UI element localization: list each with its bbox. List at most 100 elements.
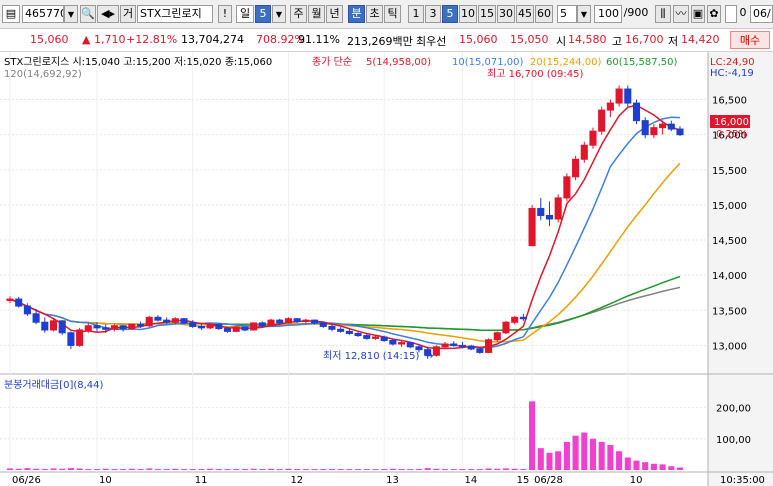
save-icon[interactable]: ▣ xyxy=(691,5,705,23)
price-change: 1,710 xyxy=(94,33,126,46)
candle-body xyxy=(563,176,571,199)
period-second[interactable]: 초 xyxy=(366,5,383,23)
buy-button[interactable]: 매수 xyxy=(730,31,770,49)
candle-body xyxy=(67,332,75,346)
candle-body xyxy=(302,319,310,323)
prev-next-icon[interactable]: ◀▸ xyxy=(97,5,119,23)
period-number[interactable]: 5 xyxy=(255,5,271,23)
volume-bar xyxy=(6,468,14,470)
candle-body xyxy=(667,123,675,130)
hc-label: HC:-4,19 xyxy=(710,68,754,79)
candle-body xyxy=(371,336,379,339)
volume-bar xyxy=(485,468,492,470)
candle-body xyxy=(232,326,240,332)
minute-3[interactable]: 3 xyxy=(425,5,441,23)
candle-body xyxy=(171,318,179,323)
minute-15[interactable]: 15 xyxy=(478,5,496,23)
candle-body xyxy=(76,329,84,346)
period-week[interactable]: 주 xyxy=(290,5,307,23)
candle-body xyxy=(528,207,536,247)
period-tick[interactable]: 틱 xyxy=(384,5,401,23)
high-price: 16,700 xyxy=(625,33,664,46)
stock-code-input[interactable]: 465770 xyxy=(22,5,64,23)
ask-price: 15,060 xyxy=(459,33,498,46)
candle-body xyxy=(163,319,171,323)
candle-body xyxy=(154,316,162,321)
volume-bar xyxy=(589,438,597,470)
volume-bar xyxy=(598,441,605,470)
checkbox[interactable] xyxy=(725,5,737,23)
candle-body xyxy=(511,316,519,323)
menu-icon[interactable]: ▤ xyxy=(2,5,20,23)
ratio: 91.11% xyxy=(298,33,340,46)
minute-10[interactable]: 10 xyxy=(459,5,477,23)
period-year[interactable]: 년 xyxy=(326,5,343,23)
minute-60[interactable]: 60 xyxy=(535,5,553,23)
ma-title: 종가 단순 xyxy=(312,56,352,68)
price-tick-label: 16,500 xyxy=(712,96,747,107)
stock-name-field[interactable]: STX그린로지 xyxy=(137,5,213,23)
time-label: 10 xyxy=(630,475,643,486)
minute-30[interactable]: 30 xyxy=(497,5,515,23)
volume-bar xyxy=(494,468,501,470)
alert-button[interactable]: ! xyxy=(218,5,232,23)
volume-bar xyxy=(76,468,83,470)
candle-body xyxy=(458,344,467,347)
candle-body xyxy=(41,321,49,331)
high-marker-label: 최고 16,700 (09:45) xyxy=(487,68,583,80)
change-rate: +12.81% xyxy=(126,33,178,46)
volume-bar xyxy=(233,469,240,471)
name-search-button[interactable]: 거 xyxy=(120,5,136,23)
volume-bar xyxy=(267,468,275,470)
volume-bar xyxy=(624,457,631,470)
volume-bar xyxy=(328,469,335,471)
open-label: 시 xyxy=(556,35,567,48)
view-count-input[interactable]: 100 xyxy=(594,5,622,23)
candle-body xyxy=(415,346,423,351)
candle-body xyxy=(632,102,641,122)
search-icon[interactable]: 🔍 xyxy=(80,5,96,23)
current-price-value: 16,000 xyxy=(714,117,749,128)
candle-type-icon[interactable]: ⫼ xyxy=(655,5,671,23)
minute-5[interactable]: 5 xyxy=(442,5,458,23)
settings-icon[interactable]: ✿ xyxy=(707,5,721,23)
candle-body xyxy=(6,298,14,301)
code-dropdown-icon[interactable]: ▼ xyxy=(64,5,78,23)
period-dropdown-icon[interactable]: ▼ xyxy=(272,5,286,23)
volume-bar xyxy=(468,469,475,471)
candle-body xyxy=(293,318,301,323)
candle-body xyxy=(345,330,353,334)
interval-input[interactable]: 5 xyxy=(557,5,577,23)
minute-1[interactable]: 1 xyxy=(408,5,424,23)
period-month[interactable]: 월 xyxy=(308,5,325,23)
candle-body xyxy=(49,320,58,331)
volume: 13,704,274 xyxy=(181,33,244,46)
candle-body xyxy=(676,128,684,136)
price-tick-label: 15,000 xyxy=(712,201,747,212)
candle-body xyxy=(93,325,101,329)
volume-bar xyxy=(128,468,135,470)
time-label: 15 xyxy=(517,475,530,486)
price-tick-label: 15,500 xyxy=(712,166,747,177)
period-minute[interactable]: 분 xyxy=(348,5,365,23)
chart-area[interactable]: 16,500 16,000 15,500 15,000 14,500 14,000 13,5… xyxy=(0,52,773,486)
date-input[interactable]: 06/ xyxy=(750,5,773,23)
quote-bar: 15,060 ▲ 1,710 +12.81% 13,704,274 708.92… xyxy=(0,29,773,52)
volume-bar xyxy=(198,469,205,471)
interval-dropdown-icon[interactable]: ▼ xyxy=(577,5,591,23)
volume-bar xyxy=(320,469,327,471)
volume-bar xyxy=(581,432,588,470)
candle-body xyxy=(641,120,649,136)
volume-bar xyxy=(555,451,562,470)
candle-body xyxy=(84,325,92,331)
period-day-button[interactable]: 일 xyxy=(236,5,254,23)
minute-45[interactable]: 45 xyxy=(516,5,534,23)
volume-bar xyxy=(207,468,214,470)
candle-body xyxy=(258,322,266,327)
bid-price: 15,050 xyxy=(510,33,549,46)
candle-body xyxy=(354,332,362,337)
candle-body xyxy=(554,197,562,220)
line-chart-icon[interactable]: 〰 xyxy=(673,5,689,23)
volume-bar xyxy=(442,469,449,471)
volume-bar xyxy=(102,468,109,470)
